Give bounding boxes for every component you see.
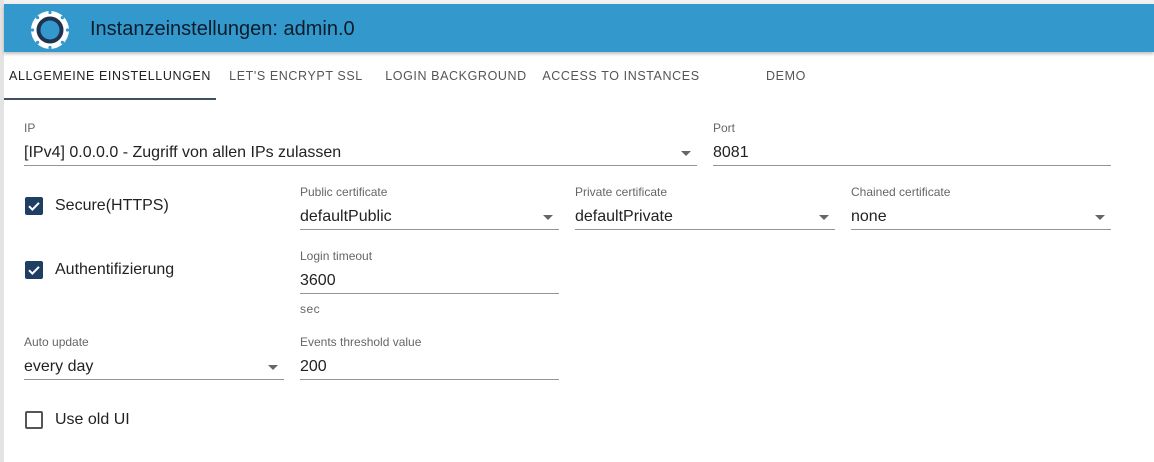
- port-label: Port: [713, 121, 736, 135]
- dialog-header: Instanzeinstellungen: admin.0: [4, 4, 1154, 52]
- chevron-down-icon: [819, 215, 829, 220]
- private-certificate-select[interactable]: defaultPrivate: [575, 205, 835, 230]
- old-ui-checkbox[interactable]: [25, 411, 43, 429]
- tab-lets-encrypt-ssl[interactable]: LET'S ENCRYPT SSL: [216, 52, 376, 100]
- ip-label: IP: [24, 121, 36, 135]
- private-certificate-label: Private certificate: [575, 185, 668, 199]
- tab-bar: ALLGEMEINE EINSTELLUNGEN LET'S ENCRYPT S…: [4, 52, 1154, 100]
- active-tab-indicator: [4, 98, 216, 100]
- chevron-down-icon: [681, 151, 691, 156]
- login-timeout-input[interactable]: 3600: [300, 269, 559, 294]
- public-certificate-label: Public certificate: [300, 185, 388, 199]
- auto-update-label: Auto update: [24, 335, 89, 349]
- secure-checkbox[interactable]: [25, 197, 43, 215]
- check-icon: [28, 202, 40, 212]
- login-timeout-helper: sec: [300, 302, 321, 316]
- ip-select[interactable]: [IPv4] 0.0.0.0 - Zugriff von allen IPs z…: [24, 141, 697, 166]
- port-value: 8081: [713, 144, 749, 161]
- old-ui-label: Use old UI: [55, 411, 130, 428]
- auto-update-select[interactable]: every day: [24, 355, 284, 380]
- iobroker-logo-icon: [28, 8, 72, 52]
- check-icon: [28, 266, 40, 276]
- secure-label: Secure(HTTPS): [55, 197, 169, 214]
- chevron-down-icon: [268, 365, 278, 370]
- authentication-checkbox[interactable]: [25, 261, 43, 279]
- chained-certificate-value: none: [851, 208, 887, 225]
- tab-demo[interactable]: DEMO: [706, 52, 866, 100]
- auto-update-value: every day: [24, 358, 94, 375]
- authentication-label: Authentifizierung: [55, 261, 175, 278]
- events-threshold-input[interactable]: 200: [300, 355, 559, 380]
- tab-access-to-instances[interactable]: ACCESS TO INSTANCES: [536, 52, 706, 100]
- chevron-down-icon: [543, 215, 553, 220]
- tab-allgemeine-einstellungen[interactable]: ALLGEMEINE EINSTELLUNGEN: [4, 52, 216, 100]
- dialog-title: Instanzeinstellungen: admin.0: [90, 18, 355, 40]
- login-timeout-label: Login timeout: [300, 249, 373, 263]
- events-threshold-value: 200: [300, 358, 327, 375]
- public-certificate-value: defaultPublic: [300, 208, 392, 225]
- public-certificate-select[interactable]: defaultPublic: [300, 205, 559, 230]
- ip-value: [IPv4] 0.0.0.0 - Zugriff von allen IPs z…: [24, 144, 342, 161]
- port-input[interactable]: 8081: [713, 141, 1111, 166]
- tab-login-background[interactable]: LOGIN BACKGROUND: [376, 52, 536, 100]
- events-threshold-label: Events threshold value: [300, 335, 422, 349]
- chained-certificate-select[interactable]: none: [851, 205, 1111, 230]
- private-certificate-value: defaultPrivate: [575, 208, 673, 225]
- login-timeout-value: 3600: [300, 272, 336, 289]
- chained-certificate-label: Chained certificate: [851, 185, 951, 199]
- chevron-down-icon: [1095, 215, 1105, 220]
